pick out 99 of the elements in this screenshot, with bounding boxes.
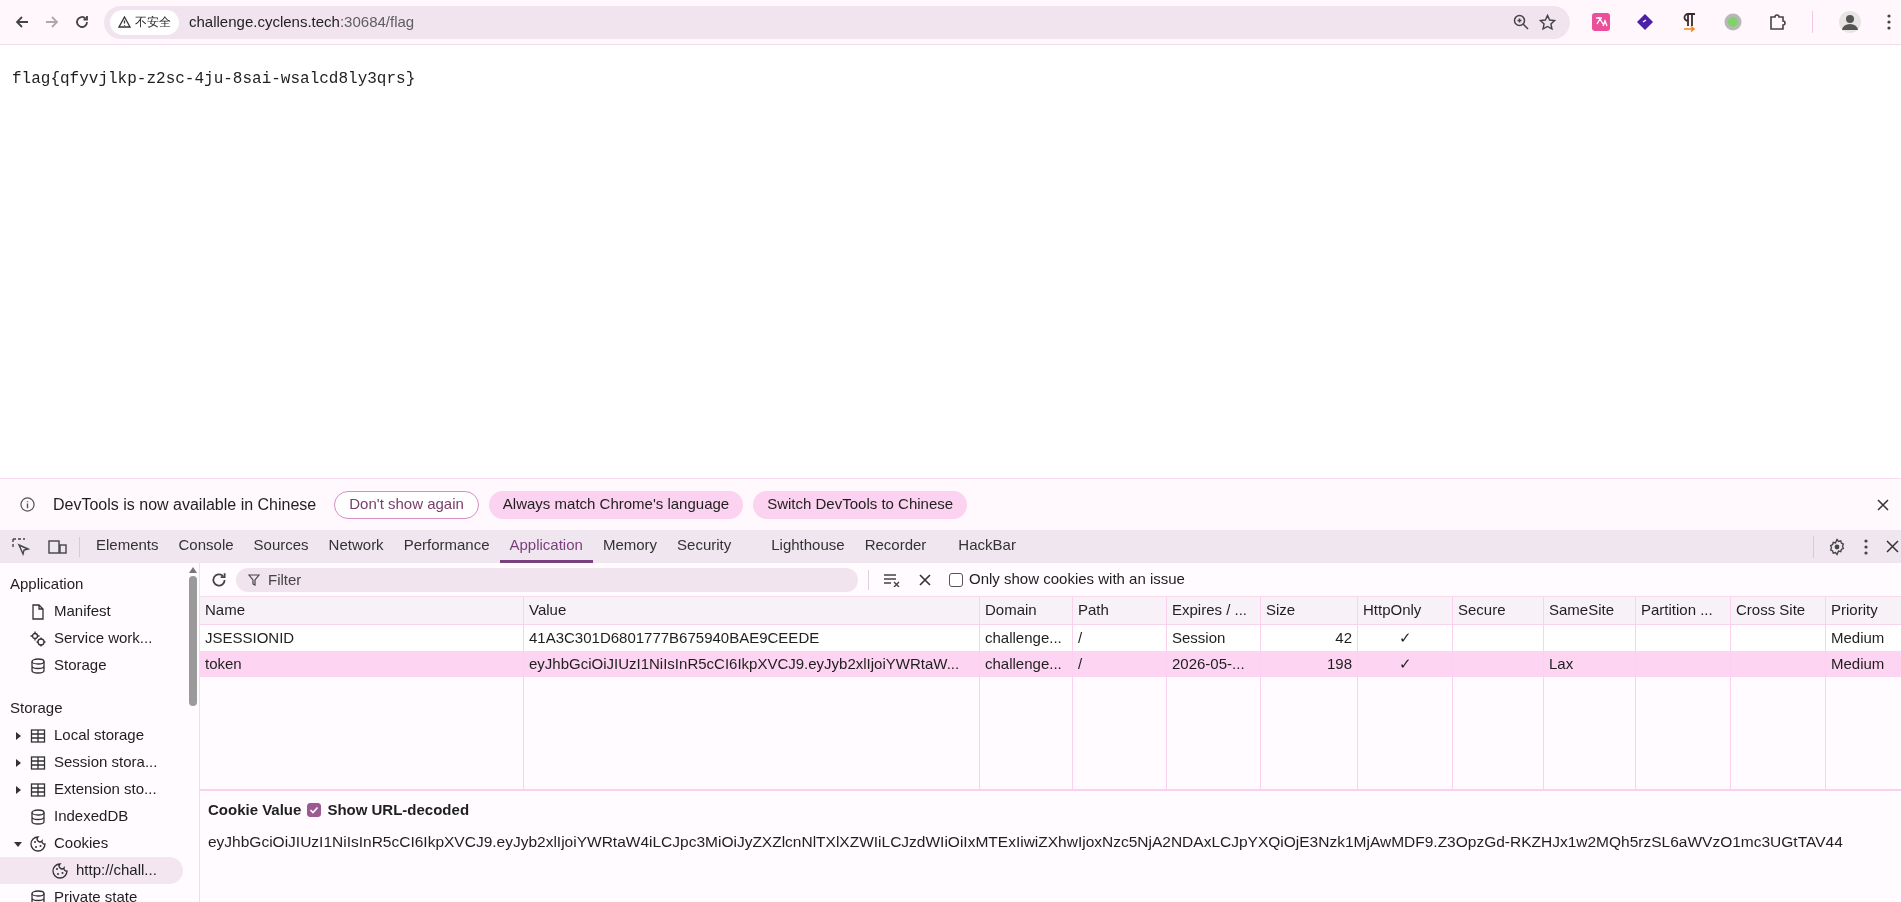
sidebar-item[interactable]: Local storage xyxy=(0,722,183,749)
close-icon[interactable] xyxy=(1877,498,1889,511)
avatar-icon[interactable] xyxy=(1839,11,1861,33)
filter-icon xyxy=(248,573,260,586)
devtools-tab[interactable]: Security xyxy=(667,530,742,563)
table-cell-text: Medium xyxy=(1830,627,1886,648)
zoom-icon[interactable] xyxy=(1513,14,1529,30)
sidebar-section-title: Storage xyxy=(9,697,64,718)
info-icon xyxy=(20,497,35,512)
puzzle-icon[interactable] xyxy=(1768,13,1786,31)
more-options-icon[interactable] xyxy=(1864,538,1868,555)
only-issues-checkbox[interactable]: Only show cookies with an issue xyxy=(949,568,1185,591)
devtools-tab[interactable]: Sources xyxy=(243,530,319,563)
scrollbar-thumb[interactable] xyxy=(189,576,197,706)
table-cell-text: Medium xyxy=(1830,653,1886,674)
cookie-value-text: eyJhbGciOiJIUzI1NiIsInR5cCI6IkpXVCJ9.eyJyb2xlIjoiYWRtaW4iLCJpc3MiOiJyZXZlcnNlTXlXZWIiLCJzdWIiOiIxMTExIiwiZXhwIjoxNzc5NjA2NDAxLCJpYXQiOjE3Nzk1MjAwMDF9.Z3OpzGd-RKZHJx1w2MQh5rzSL6aWVzO1mc3UGtTAV44 xyxy=(208,832,1844,852)
delete-icon[interactable] xyxy=(919,573,931,586)
devtools-tab[interactable]: Recorder xyxy=(854,530,937,563)
column-header[interactable]: Priority xyxy=(1826,597,1901,624)
collapsed-arrow-icon[interactable] xyxy=(14,785,22,794)
sidebar-item[interactable]: http://chall... xyxy=(0,857,183,884)
table-icon xyxy=(30,754,46,771)
star-icon[interactable] xyxy=(1539,13,1556,31)
column-header[interactable]: Partition ... xyxy=(1636,597,1731,624)
table-cell: token xyxy=(200,651,524,677)
column-header[interactable]: Path xyxy=(1073,597,1167,624)
column-header[interactable]: SameSite xyxy=(1544,597,1636,624)
table-cell: 2026-05-... xyxy=(1167,651,1261,677)
gears-icon xyxy=(30,630,46,647)
infobar-button[interactable]: Don't show again xyxy=(334,490,479,519)
devtools-tab[interactable]: Lighthouse xyxy=(761,530,855,563)
diamond-extension-icon[interactable] xyxy=(1636,13,1654,31)
column-header[interactable]: Cross Site xyxy=(1731,597,1826,624)
column-header[interactable]: HttpOnly xyxy=(1358,597,1453,624)
security-label: 不安全 xyxy=(135,14,171,31)
clear-all-icon[interactable] xyxy=(883,572,901,587)
devtools-tab[interactable]: Console xyxy=(168,530,244,563)
url-decoded-checkbox[interactable]: Show URL-decoded xyxy=(307,798,470,822)
checkbox-unchecked-icon[interactable] xyxy=(949,572,963,587)
collapsed-arrow-icon[interactable] xyxy=(14,731,22,740)
table-icon xyxy=(30,727,46,744)
security-chip[interactable]: 不安全 xyxy=(110,9,179,35)
sidebar-item[interactable]: Private state xyxy=(0,884,183,902)
column-header[interactable]: Secure xyxy=(1453,597,1544,624)
devtools-tab[interactable]: Memory xyxy=(592,530,668,563)
sidebar-item[interactable]: Service work... xyxy=(0,625,183,652)
translate-extension-icon[interactable] xyxy=(1592,13,1610,31)
inspect-icon[interactable] xyxy=(12,537,30,556)
column-header[interactable]: Domain xyxy=(980,597,1073,624)
flag-text: flag{qfyvjlkp-z2sc-4ju-8sai-wsalcd8ly3qrs} xyxy=(12,69,417,90)
close-icon[interactable] xyxy=(1886,540,1899,553)
refresh-icon[interactable] xyxy=(210,570,228,589)
table-cell: 198 xyxy=(1261,651,1358,677)
address-bar[interactable]: 不安全 challenge.cyclens.tech:30684/flag xyxy=(104,5,1570,39)
sidebar-item[interactable]: Cookies xyxy=(0,830,183,857)
device-icon[interactable] xyxy=(48,538,67,555)
checkbox-checked-icon[interactable] xyxy=(307,803,322,817)
sidebar-item[interactable]: Manifest xyxy=(0,598,183,625)
sidebar-item[interactable]: Session stora... xyxy=(0,749,183,776)
database-icon xyxy=(30,889,46,902)
cookie-value-title: Cookie Value xyxy=(208,799,302,820)
infobar-message: DevTools is now available in Chinese xyxy=(53,494,317,515)
column-header[interactable]: Expires / ... xyxy=(1167,597,1261,624)
database-icon xyxy=(30,657,46,674)
expanded-arrow-icon[interactable] xyxy=(14,839,22,848)
sidebar-item[interactable]: Storage xyxy=(0,652,183,679)
menu-icon[interactable] xyxy=(1887,14,1891,30)
infobar-button[interactable]: Always match Chrome's language xyxy=(488,490,744,519)
table-cell: ✓ xyxy=(1358,651,1453,677)
table-row[interactable]: JSESSIONID 41A3C301D6801777B675940BAE9CEEDE challenge... / Session 42 ✓ Medium xyxy=(200,625,1901,651)
table-cell: Lax xyxy=(1544,651,1636,677)
column-header[interactable]: Name xyxy=(200,597,524,624)
devtools-tab[interactable]: Performance xyxy=(393,530,500,563)
database-icon xyxy=(30,808,46,825)
infobar-button[interactable]: Switch DevTools to Chinese xyxy=(753,490,968,519)
table-cell: challenge... xyxy=(980,651,1073,677)
sidebar-section-title: Application xyxy=(9,573,85,594)
selected-table-row[interactable]: token eyJhbGciOiJIUzI1NiIsInR5cCI6IkpXVCJ9.eyJyb2xlIjoiYWRtaW... challenge... / 2026-05-... 198 ✓ Lax Medium xyxy=(200,651,1901,677)
filter-field[interactable]: Filter xyxy=(236,567,858,592)
settings-icon[interactable] xyxy=(1828,537,1846,556)
file-icon xyxy=(30,603,46,620)
reload-icon[interactable] xyxy=(74,14,90,30)
cookie-icon xyxy=(30,835,46,852)
collapsed-arrow-icon[interactable] xyxy=(14,758,22,767)
sidebar-item[interactable]: IndexedDB xyxy=(0,803,183,830)
scroll-up-icon[interactable] xyxy=(189,567,197,573)
devtools-tab[interactable]: HackBar xyxy=(948,530,1026,563)
devtools-tab[interactable]: Elements xyxy=(86,530,169,563)
url-text: challenge.cyclens.tech:30684/flag xyxy=(189,11,415,32)
table-icon xyxy=(30,781,46,798)
warning-icon xyxy=(118,16,131,28)
table-cell: eyJhbGciOiJIUzI1NiIsInR5cCI6IkpXVCJ9.eyJyb2xlIjoiYWRtaW... xyxy=(524,651,980,677)
devtools-tab[interactable]: Network xyxy=(318,530,394,563)
table-cell: / xyxy=(1073,651,1167,677)
cookie-icon xyxy=(52,862,68,879)
column-header[interactable]: Size xyxy=(1261,597,1358,624)
sidebar-item[interactable]: Extension sto... xyxy=(0,776,183,803)
column-header[interactable]: Value xyxy=(524,597,980,624)
back-icon[interactable] xyxy=(14,14,30,30)
